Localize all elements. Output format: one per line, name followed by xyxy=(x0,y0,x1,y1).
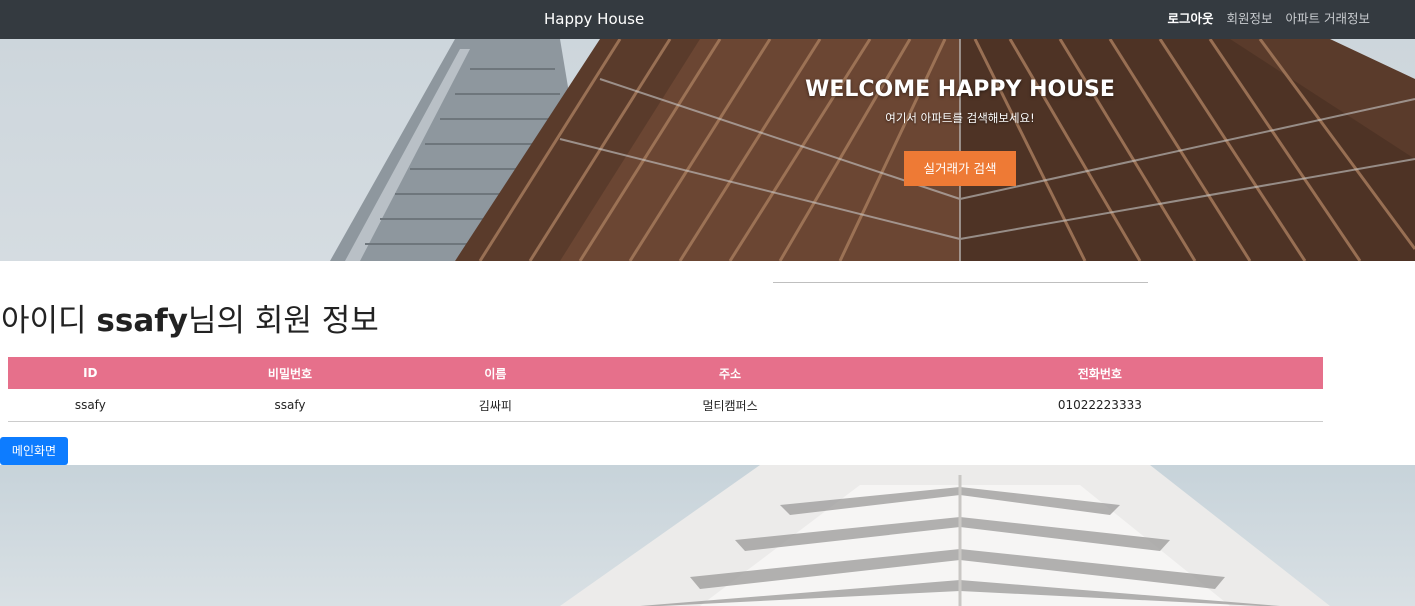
search-deals-button[interactable]: 실거래가 검색 xyxy=(904,151,1016,186)
brand-title[interactable]: Happy House xyxy=(544,9,644,29)
hero-banner: WELCOME HAPPY HOUSE 여기서 아파트를 검색해보세요! 실거래… xyxy=(0,39,1415,261)
nav-link-logout[interactable]: 로그아웃 xyxy=(1167,10,1213,28)
cell-address: 멀티캠퍼스 xyxy=(583,389,877,422)
title-user-id: ssafy xyxy=(96,303,188,339)
hero-subtitle: 여기서 아파트를 검색해보세요! xyxy=(885,111,1035,125)
page-title: 아이디 ssafy님의 회원 정보 xyxy=(1,300,379,342)
header-id: ID xyxy=(8,357,173,389)
cell-name: 김싸피 xyxy=(407,389,584,422)
nav-links: 로그아웃 회원정보 아파트 거래정보 xyxy=(1167,10,1370,28)
title-suffix: 님의 회원 정보 xyxy=(187,303,379,339)
main-page-button[interactable]: 메인화면 xyxy=(0,437,68,465)
table-header-row: ID 비밀번호 이름 주소 전화번호 xyxy=(8,357,1323,389)
header-password: 비밀번호 xyxy=(172,357,408,389)
nav-link-apt-deals[interactable]: 아파트 거래정보 xyxy=(1286,10,1370,28)
hero-title: WELCOME HAPPY HOUSE xyxy=(805,77,1115,102)
footer-building-graphic xyxy=(560,465,1330,606)
top-navbar: Happy House 로그아웃 회원정보 아파트 거래정보 xyxy=(0,0,1415,39)
cell-phone: 01022223333 xyxy=(876,389,1323,422)
title-prefix: 아이디 xyxy=(1,303,97,339)
nav-link-member-info[interactable]: 회원정보 xyxy=(1227,10,1273,28)
hero-building-image xyxy=(330,39,1415,261)
footer-building-image xyxy=(0,465,1415,606)
cell-id: ssafy xyxy=(8,389,173,422)
cell-password: ssafy xyxy=(172,389,408,422)
section-divider xyxy=(773,282,1148,283)
header-name: 이름 xyxy=(407,357,584,389)
header-phone: 전화번호 xyxy=(876,357,1323,389)
header-address: 주소 xyxy=(583,357,877,389)
member-info-table: ID 비밀번호 이름 주소 전화번호 ssafy ssafy 김싸피 멀티캠퍼스… xyxy=(8,357,1323,422)
table-row: ssafy ssafy 김싸피 멀티캠퍼스 01022223333 xyxy=(8,389,1323,422)
